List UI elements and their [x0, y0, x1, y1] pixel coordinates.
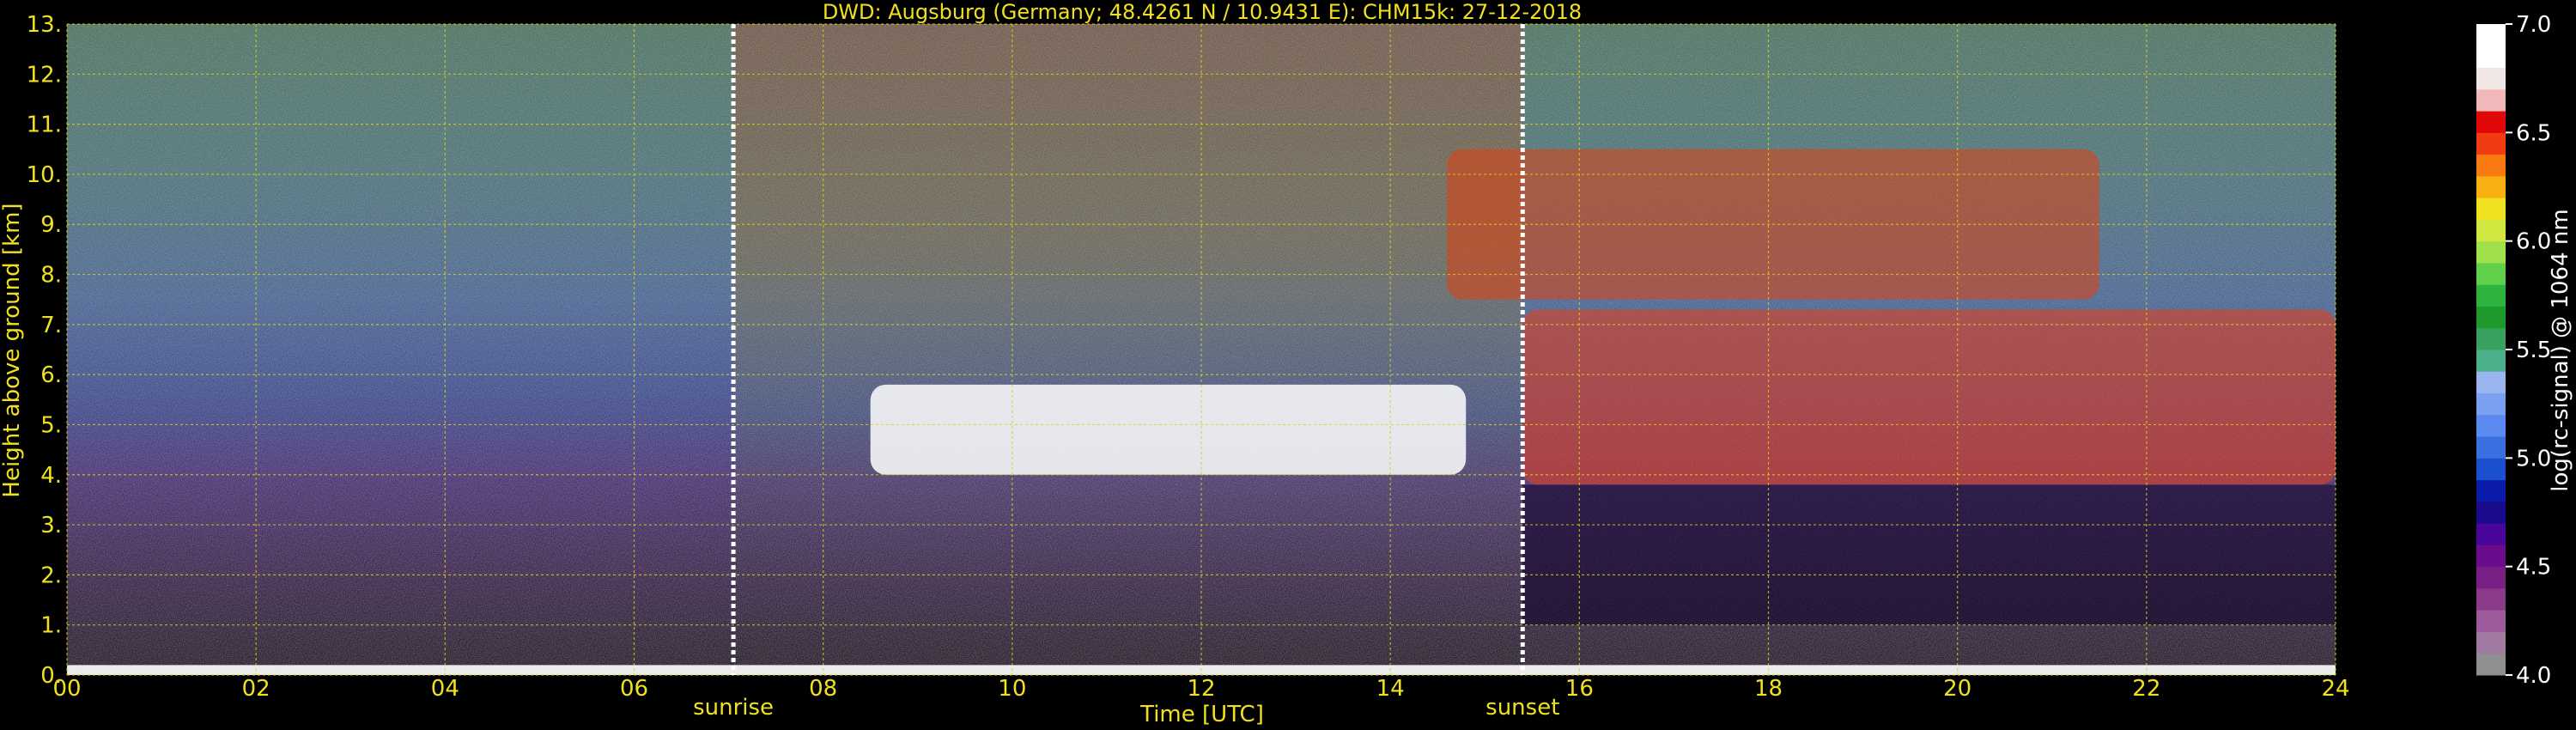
colorbar-block	[2476, 479, 2506, 502]
sunset-label: sunset	[1485, 695, 1559, 721]
plot-area: sunrise sunset	[66, 23, 2336, 721]
colorbar-tick-label: 6.0	[2516, 229, 2551, 255]
x-tick-label: 10	[998, 676, 1026, 702]
colorbar-label: log(rc-signal) @ 1064 nm	[2548, 209, 2573, 491]
y-tick-label: 7.	[40, 313, 62, 338]
colorbar-block	[2476, 306, 2506, 329]
y-tick-label: 6.	[40, 362, 62, 388]
x-tick-label: 02	[242, 676, 270, 702]
x-tick-label: 08	[809, 676, 837, 702]
y-tick-label: 11.	[27, 113, 62, 138]
colorbar-block	[2476, 24, 2506, 46]
colorbar-block	[2476, 587, 2506, 611]
colorbar-block	[2476, 610, 2506, 632]
colorbar-tick-label: 4.5	[2516, 555, 2551, 581]
colorbar-tick-label: 5.5	[2516, 338, 2551, 363]
x-tick-label: 18	[1754, 676, 1783, 702]
y-tick-label: 12.	[27, 62, 62, 88]
y-tick-label: 3.	[40, 513, 62, 538]
colorbar-block	[2476, 88, 2506, 112]
colorbar-block	[2476, 458, 2506, 481]
colorbar-tick-label: 4.0	[2516, 663, 2551, 689]
colorbar-block	[2476, 240, 2506, 264]
colorbar-block	[2476, 350, 2506, 372]
x-tick-label: 20	[1943, 676, 1971, 702]
colorbar-block	[2476, 132, 2506, 155]
sunrise-label: sunrise	[693, 695, 774, 721]
colorbar-block	[2476, 46, 2506, 69]
y-tick-label: 0.	[40, 663, 62, 689]
x-tick-label: 16	[1565, 676, 1594, 702]
y-axis-ticks: 0. 1. 2. 3. 4. 5. 6. 7. 8. 9. 10. 11. 12. 13.	[27, 12, 62, 689]
y-tick-label: 1.	[40, 613, 62, 639]
y-tick-label: 8.	[40, 263, 62, 289]
colorbar-block	[2476, 501, 2506, 524]
colorbar-tick-label: 7.0	[2516, 12, 2551, 38]
chart-title: DWD: Augsburg (Germany; 48.4261 N / 10.9…	[823, 0, 1582, 24]
feature-evening-cloud-deck	[1522, 309, 2336, 485]
colorbar-block	[2476, 111, 2506, 133]
x-tick-label: 22	[2132, 676, 2160, 702]
colorbar-block	[2476, 653, 2506, 676]
y-tick-label: 9.	[40, 212, 62, 238]
x-tick-label: 06	[620, 676, 648, 702]
x-axis-ticks: 00 02 04 06 08 10 12 14 16 18 20 22 24	[52, 676, 2349, 702]
x-tick-label: 24	[2321, 676, 2349, 702]
colorbar-tick-label: 5.0	[2516, 446, 2551, 471]
colorbar-block	[2476, 414, 2506, 437]
colorbar-block	[2476, 154, 2506, 177]
feature-mid-cloud-layer-day-	[870, 384, 1467, 475]
colorbar-block	[2476, 262, 2506, 285]
y-tick-label: 13.	[27, 12, 62, 38]
y-tick-label: 5.	[40, 412, 62, 438]
x-tick-label: 12	[1187, 676, 1215, 702]
colorbar-ticks: 4.0 4.5 5.0 5.5 6.0 6.5 7.0	[2506, 12, 2551, 689]
boundary-layer-band	[1522, 484, 2336, 625]
ceilometer-chart: sunrise sunset 00 02 04 06 08 10 12 14 16 18 20 22 24…	[0, 0, 2573, 727]
colorbar-block	[2476, 371, 2506, 394]
colorbar-block	[2476, 198, 2506, 220]
x-axis-label: Time [UTC]	[1139, 702, 1264, 727]
y-axis-label: Height above ground [km]	[0, 203, 25, 497]
colorbar-block	[2476, 392, 2506, 416]
x-tick-label: 04	[431, 676, 459, 702]
colorbar-block	[2476, 284, 2506, 307]
colorbar-tick-label: 6.5	[2516, 120, 2551, 146]
colorbar-block	[2476, 67, 2506, 90]
colorbar: 4.0 4.5 5.0 5.5 6.0 6.5 7.0 log(rc-signal) @ 1…	[2476, 12, 2573, 689]
colorbar-block	[2476, 544, 2506, 568]
y-tick-label: 4.	[40, 463, 62, 489]
colorbar-block	[2476, 219, 2506, 242]
colorbar-block	[2476, 436, 2506, 459]
x-tick-label: 14	[1376, 676, 1405, 702]
y-tick-label: 2.	[40, 563, 62, 588]
colorbar-block	[2476, 327, 2506, 350]
colorbar-block	[2476, 175, 2506, 198]
colorbar-blocks	[2476, 24, 2506, 676]
colorbar-block	[2476, 566, 2506, 589]
colorbar-block	[2476, 523, 2506, 545]
colorbar-block	[2476, 631, 2506, 654]
y-tick-label: 10.	[27, 162, 62, 188]
